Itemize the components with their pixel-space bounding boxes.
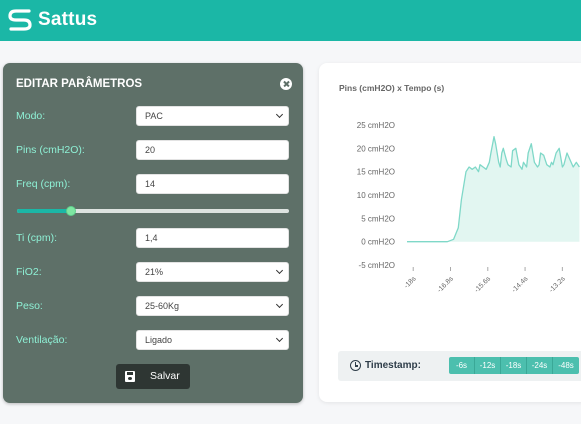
edit-parameters-panel: EDITAR PARÂMETROS Modo: PAC Pins (cmH2O)… xyxy=(3,63,303,403)
y-tick-label: -5 cmH2O xyxy=(359,261,395,270)
y-tick-label: 10 cmH2O xyxy=(357,191,395,200)
timestamp-label: Timestamp: xyxy=(365,360,421,371)
chart-title: Pins (cmH2O) x Tempo (s) xyxy=(339,83,445,93)
field-label: Peso: xyxy=(16,300,43,312)
save-disk-icon xyxy=(125,371,135,382)
fio2-select[interactable]: 21% xyxy=(136,262,289,282)
field-fio2: FiO2: 21% xyxy=(16,262,289,282)
panel-title: EDITAR PARÂMETROS xyxy=(16,78,143,90)
timestamp-buttons: -6s -12s -18s -24s -48s xyxy=(449,357,579,374)
ti-input[interactable]: 1,4 xyxy=(136,228,289,248)
field-pins: Pins (cmH2O): 20 xyxy=(16,140,289,160)
save-button[interactable]: Salvar xyxy=(116,364,190,389)
timestamp-6s-button[interactable]: -6s xyxy=(449,357,475,374)
field-label: FiO2: xyxy=(16,266,42,278)
close-icon[interactable] xyxy=(280,78,292,90)
x-tick-label: -15.6s xyxy=(473,275,492,294)
y-tick-label: 0 cmH2O xyxy=(361,238,395,247)
series-area xyxy=(407,136,580,242)
pressure-chart: 25 cmH2O 20 cmH2O 15 cmH2O 10 cmH2O 5 cmH2O 0… xyxy=(357,121,580,294)
field-peso: Peso: 25-60Kg xyxy=(16,296,289,316)
history-icon xyxy=(350,360,361,371)
top-navbar: Sattus xyxy=(0,0,581,41)
field-freq: Freq (cpm): 14 xyxy=(16,174,289,194)
x-tick-label: -13.2s xyxy=(548,275,567,294)
logo-s-icon xyxy=(8,9,32,31)
slider-fill xyxy=(17,209,72,213)
field-label: Ti (cpm): xyxy=(16,232,58,244)
chart-card: Pins (cmH2O) x Tempo (s) 25 cmH2O 20 cmH2… xyxy=(319,63,581,402)
x-tick-label: -14.4s xyxy=(511,275,530,294)
y-tick-label: 15 cmH2O xyxy=(357,168,395,177)
x-tick-label: -16.8s xyxy=(436,275,455,294)
field-label: Freq (cpm): xyxy=(16,178,71,190)
pins-input[interactable]: 20 xyxy=(136,140,289,160)
timestamp-12s-button[interactable]: -12s xyxy=(475,357,501,374)
ventilacao-select[interactable]: Ligado xyxy=(136,330,289,350)
y-tick-label: 5 cmH2O xyxy=(361,214,395,223)
y-tick-label: 20 cmH2O xyxy=(357,144,395,153)
field-modo: Modo: PAC xyxy=(16,106,289,126)
y-tick-label: 25 cmH2O xyxy=(357,121,395,130)
freq-input[interactable]: 14 xyxy=(136,174,289,194)
field-label: Modo: xyxy=(16,110,46,122)
modo-select[interactable]: PAC xyxy=(136,106,289,126)
field-label: Pins (cmH2O): xyxy=(16,144,85,156)
save-label: Salvar xyxy=(150,370,180,382)
slider-thumb[interactable] xyxy=(66,206,77,216)
field-label: Ventilação: xyxy=(16,334,68,346)
freq-slider[interactable] xyxy=(17,206,289,216)
field-ventilacao: Ventilação: Ligado xyxy=(16,330,289,350)
field-ti: Ti (cpm): 1,4 xyxy=(16,228,289,248)
peso-select[interactable]: 25-60Kg xyxy=(136,296,289,316)
timestamp-bar: Timestamp: -6s -12s -18s -24s -48s xyxy=(338,351,581,381)
brand-name: Sattus xyxy=(38,9,98,30)
brand[interactable]: Sattus xyxy=(8,7,97,33)
x-tick-label: -18s xyxy=(403,275,418,290)
timestamp-24s-button[interactable]: -24s xyxy=(527,357,553,374)
timestamp-48s-button[interactable]: -48s xyxy=(553,357,579,374)
timestamp-18s-button[interactable]: -18s xyxy=(501,357,527,374)
